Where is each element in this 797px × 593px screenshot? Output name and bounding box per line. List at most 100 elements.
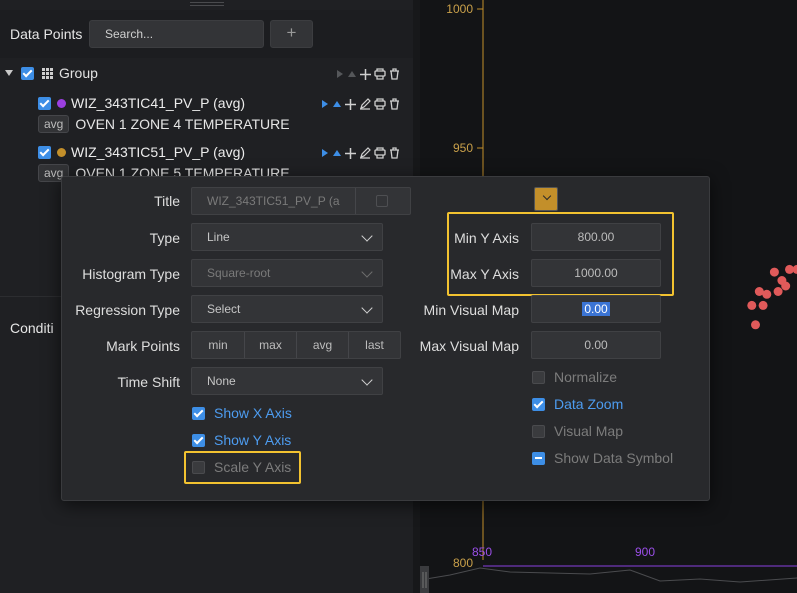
highlight-box: [447, 212, 674, 296]
plus-icon[interactable]: [360, 68, 371, 80]
min-visual-map-input[interactable]: 0.00: [531, 295, 661, 323]
mark-point-avg[interactable]: avg: [296, 332, 348, 358]
visual-map-label: Visual Map: [554, 423, 624, 439]
series-color-dot: [57, 98, 66, 108]
series-checkbox[interactable]: [38, 145, 51, 159]
copy-icon[interactable]: [374, 68, 386, 80]
max-visual-map-label: Max Visual Map: [419, 338, 519, 354]
max-visual-map-input[interactable]: 0.00: [531, 331, 661, 359]
title-label: Title: [154, 193, 180, 209]
add-data-point-button[interactable]: +: [270, 20, 313, 48]
play-icon[interactable]: [321, 148, 329, 158]
plus-icon[interactable]: [345, 98, 356, 110]
caret-down-icon[interactable]: [5, 70, 13, 76]
show-data-symbol-checkbox[interactable]: Show Data Symbol: [532, 450, 673, 466]
series-actions: [321, 146, 400, 160]
checkbox-icon[interactable]: [532, 451, 545, 465]
mark-point-max[interactable]: max: [244, 332, 296, 358]
group-row[interactable]: Group: [5, 63, 98, 83]
histogram-type-label: Histogram Type: [82, 266, 180, 282]
y-tick-label: 800: [453, 556, 473, 570]
type-label: Type: [149, 230, 180, 246]
series-name: WIZ_343TIC41_PV_P (avg): [71, 95, 246, 111]
mark-point-min[interactable]: min: [192, 332, 244, 358]
checkbox-icon[interactable]: [192, 433, 205, 447]
series-row[interactable]: WIZ_343TIC51_PV_P (avg): [38, 142, 245, 162]
min-visual-map-value: 0.00: [582, 302, 610, 316]
copy-icon[interactable]: [374, 147, 386, 159]
data-zoom-checkbox[interactable]: Data Zoom: [532, 396, 623, 412]
data-zoom-label: Data Zoom: [554, 396, 624, 412]
show-y-axis-checkbox[interactable]: Show Y Axis: [192, 432, 291, 448]
series-row[interactable]: WIZ_343TIC41_PV_P (avg): [38, 93, 245, 113]
group-checkbox[interactable]: [21, 66, 34, 80]
group-actions: [336, 67, 400, 81]
mark-points-label: Mark Points: [106, 338, 180, 354]
regression-type-select[interactable]: Select: [191, 295, 383, 323]
scatter-point: [773, 287, 783, 296]
title-value: WIZ_343TIC51_PV_P (a: [207, 194, 340, 208]
chevron-down-icon: [542, 191, 552, 201]
checkbox-icon[interactable]: [532, 424, 545, 438]
search-input[interactable]: Search...: [89, 20, 264, 48]
x-tick-label: 900: [635, 545, 655, 559]
series-settings-dialog: Title WIZ_343TIC51_PV_P (a Type Line His…: [61, 176, 710, 501]
show-x-axis-label: Show X Axis: [214, 405, 292, 421]
checkbox-icon[interactable]: [532, 397, 545, 411]
plus-icon[interactable]: [345, 147, 356, 159]
type-value: Line: [207, 230, 230, 244]
histogram-type-value: Square-root: [207, 266, 271, 280]
regression-type-value: Select: [207, 302, 241, 316]
data-zoom-preview: [420, 567, 797, 583]
trash-icon[interactable]: [389, 147, 400, 159]
histogram-type-select[interactable]: Square-root: [191, 259, 383, 287]
type-select[interactable]: Line: [191, 223, 383, 251]
copy-icon[interactable]: [374, 98, 386, 110]
panel-drag-handle[interactable]: [190, 2, 224, 6]
aggregation-tag: avg: [38, 115, 70, 133]
visual-map-checkbox[interactable]: Visual Map: [532, 423, 623, 439]
play-icon[interactable]: [336, 69, 344, 79]
scatter-point: [747, 300, 757, 310]
series-name: WIZ_343TIC51_PV_P (avg): [71, 144, 246, 160]
show-data-symbol-label: Show Data Symbol: [554, 450, 674, 466]
series-description: OVEN 1 ZONE 4 TEMPERATURE: [75, 116, 290, 132]
normalize-label: Normalize: [554, 369, 618, 385]
normalize-checkbox[interactable]: Normalize: [532, 369, 617, 385]
scatter-points: [747, 264, 797, 330]
show-x-axis-checkbox[interactable]: Show X Axis: [192, 405, 292, 421]
series-color-dot: [57, 147, 66, 157]
conditions-title: Conditi: [10, 320, 54, 336]
time-shift-value: None: [207, 374, 236, 388]
scatter-point: [751, 320, 760, 330]
series-color-picker[interactable]: [534, 187, 558, 211]
min-visual-map-label: Min Visual Map: [423, 302, 519, 318]
pencil-icon[interactable]: [359, 147, 371, 159]
y-tick-label: 950: [453, 141, 473, 155]
scatter-point: [781, 281, 791, 291]
scatter-point: [754, 287, 764, 296]
data-zoom-handle: [420, 566, 429, 593]
title-separator: [355, 188, 356, 214]
series-actions: [321, 97, 400, 111]
checkbox-icon[interactable]: [192, 406, 205, 420]
triangle-up-icon[interactable]: [332, 148, 342, 158]
time-shift-select[interactable]: None: [191, 367, 383, 395]
data-points-title: Data Points: [10, 26, 83, 42]
checkbox-icon[interactable]: [532, 370, 545, 384]
title-checkbox[interactable]: [376, 195, 388, 207]
trash-icon[interactable]: [389, 68, 400, 80]
grid-icon: [42, 67, 53, 79]
scatter-point: [792, 264, 797, 274]
pencil-icon[interactable]: [359, 98, 371, 110]
highlight-box: [184, 451, 301, 484]
title-input[interactable]: WIZ_343TIC51_PV_P (a: [191, 187, 411, 215]
play-icon[interactable]: [321, 99, 329, 109]
triangle-up-icon[interactable]: [347, 69, 357, 79]
series-checkbox[interactable]: [38, 96, 51, 110]
triangle-up-icon[interactable]: [332, 99, 342, 109]
trash-icon[interactable]: [389, 98, 400, 110]
chevron-down-icon: [361, 374, 373, 386]
scatter-point: [769, 267, 779, 277]
time-shift-label: Time Shift: [117, 374, 181, 390]
